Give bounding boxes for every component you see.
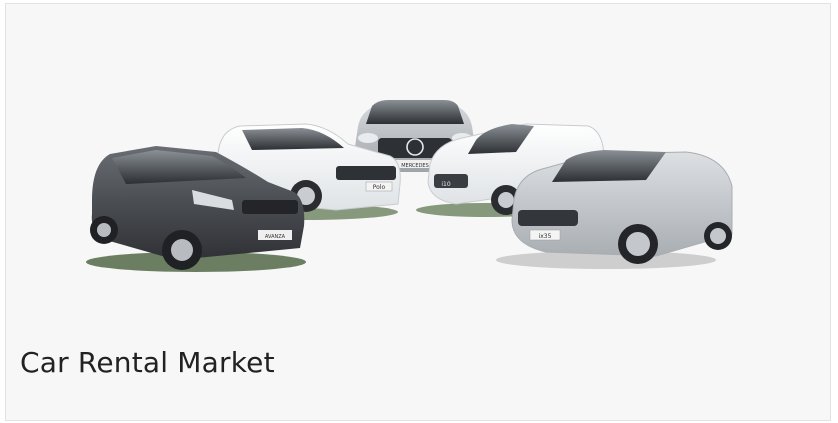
- i10-plate: i10: [441, 181, 450, 188]
- car-fleet-image[interactable]: MERCEDES Polo i10 AVANZA ix35: [6, 4, 830, 334]
- polo-plate: Polo: [373, 184, 386, 191]
- ix35-plate: ix35: [539, 233, 552, 240]
- card-title[interactable]: Car Rental Market: [20, 346, 275, 379]
- avanza-plate: AVANZA: [265, 234, 286, 240]
- car-fleet-illustration: MERCEDES Polo i10 AVANZA ix35: [86, 100, 733, 272]
- product-card[interactable]: MERCEDES Polo i10 AVANZA ix35 Car Rental…: [5, 3, 831, 421]
- mercedes-plate: MERCEDES: [401, 163, 429, 169]
